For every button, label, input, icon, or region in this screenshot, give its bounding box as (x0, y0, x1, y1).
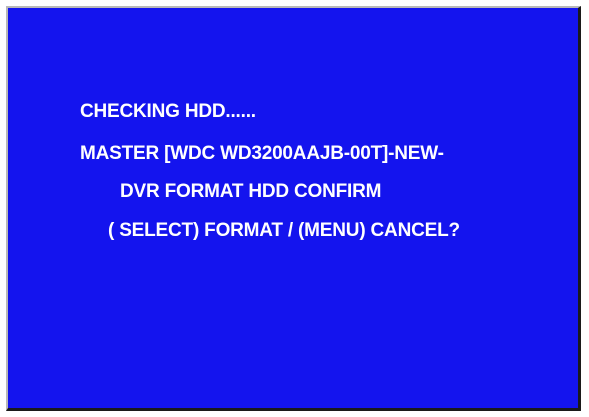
checking-hdd-status: CHECKING HDD...... (80, 101, 256, 122)
select-menu-options: ( SELECT) FORMAT / (MENU) CANCEL? (108, 220, 460, 241)
format-confirm-prompt: DVR FORMAT HDD CONFIRM (120, 181, 382, 202)
master-drive-info: MASTER [WDC WD3200AAJB-00T]-NEW- (80, 143, 444, 164)
dvr-screen: CHECKING HDD...... MASTER [WDC WD3200AAJ… (6, 6, 581, 411)
